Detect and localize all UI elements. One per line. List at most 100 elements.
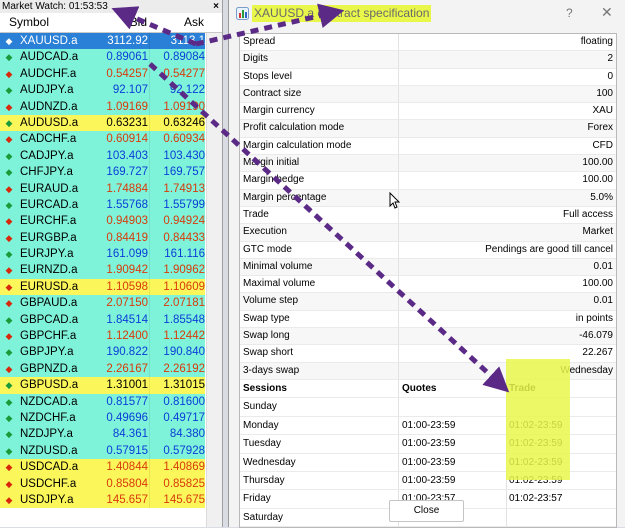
market-watch-row[interactable]: ◆ EURCAD.a 1.55768 1.55799 [0, 196, 205, 214]
spec-key: Trade [243, 208, 269, 220]
ask-price: 0.84433 [163, 231, 205, 244]
spec-value: Forex [587, 122, 613, 134]
spec-key: 3-days swap [243, 364, 300, 376]
contract-specification-dialog: XAUUSD.a contract specification ? ✕ Spre… [228, 0, 625, 528]
spec-key: Swap long [243, 330, 290, 342]
market-watch-row[interactable]: ◆ EURJPY.a 161.099 161.116 [0, 246, 205, 263]
arrow-up-icon: ◆ [5, 117, 13, 128]
market-watch-row[interactable]: ◆ GBPUSD.a 1.31001 1.31015 [0, 377, 205, 394]
market-watch-row[interactable]: ◆ NZDJPY.a 84.361 84.380 [0, 426, 205, 443]
ask-price: 1.10609 [163, 280, 205, 293]
market-watch-row[interactable]: ◆ EURNZD.a 1.90942 1.90962 [0, 262, 205, 279]
spec-value: -46.079 [579, 330, 613, 342]
market-watch-row[interactable]: ◆ AUDCAD.a 0.89061 0.89084 [0, 49, 205, 66]
bid-price: 1.40844 [106, 461, 148, 474]
bid-price: 0.85804 [106, 477, 148, 490]
market-watch-row[interactable]: ◆ USDJPY.a 145.657 145.675 [0, 491, 205, 509]
ask-price: 1.40869 [163, 461, 205, 474]
arrow-up-icon: ◆ [5, 314, 13, 325]
market-watch-row[interactable]: ◆ USDCAD.a 1.40844 1.40869 [0, 459, 205, 476]
market-watch-row[interactable]: ◆ AUDCHF.a 0.54257 0.54277 [0, 65, 205, 83]
market-watch-row[interactable]: ◆ CADJPY.a 103.403 103.430 [0, 147, 205, 165]
column-header-ask[interactable]: Ask [184, 13, 204, 32]
column-header-bid[interactable]: Bid [130, 13, 147, 32]
arrow-up-icon: ◆ [5, 347, 13, 358]
column-divider [398, 51, 399, 68]
market-watch-row[interactable]: ◆ NZDCHF.a 0.49696 0.49717 [0, 409, 205, 427]
market-watch-row[interactable]: ◆ CADCHF.a 0.60914 0.60934 [0, 131, 205, 148]
ask-price: 161.116 [164, 248, 205, 261]
spec-value: 100.00 [582, 278, 613, 290]
column-divider [398, 34, 399, 51]
market-watch-row[interactable]: ◆ GBPJPY.a 190.822 190.840 [0, 344, 205, 361]
market-watch-row[interactable]: ◆ GBPAUD.a 2.07150 2.07181 [0, 295, 205, 312]
spec-row: Margin percentage 5.0% [240, 189, 616, 207]
bid-price: 2.07150 [106, 297, 148, 310]
spec-value: 100.00 [582, 174, 613, 186]
spec-row: Trade Full access [240, 206, 616, 225]
bid-price: 0.57915 [106, 444, 148, 457]
arrow-up-icon: ◆ [5, 429, 13, 440]
arrow-down-icon: ◆ [5, 462, 13, 473]
symbol-name: AUDCHF.a [20, 67, 77, 80]
market-watch-row[interactable]: ◆ EURUSD.a 1.10598 1.10609 [0, 278, 205, 296]
arrow-down-icon: ◆ [5, 216, 13, 227]
column-divider [398, 435, 399, 453]
market-watch-row[interactable]: ◆ AUDUSD.a 0.63231 0.63246 [0, 114, 205, 132]
symbol-name: EURUSD.a [20, 280, 79, 293]
market-watch-row[interactable]: ◆ GBPCHF.a 1.12400 1.12442 [0, 328, 205, 345]
market-watch-row[interactable]: ◆ AUDNZD.a 1.09169 1.09190 [0, 98, 205, 115]
symbol-name: EURAUD.a [20, 182, 79, 195]
symbol-name: GBPCAD.a [20, 313, 79, 326]
market-watch-row[interactable]: ◆ USDCHF.a 0.85804 0.85825 [0, 475, 205, 492]
spec-row: Margin currency XAU [240, 103, 616, 121]
bid-price: 0.81577 [106, 395, 148, 408]
help-icon[interactable]: ? [566, 6, 573, 20]
column-header-symbol[interactable]: Symbol [9, 13, 49, 32]
close-button[interactable]: Close [389, 500, 464, 522]
arrow-down-icon: ◆ [5, 363, 13, 374]
spec-key: Execution [243, 226, 287, 238]
symbol-name: EURCHF.a [20, 215, 77, 228]
bid-price: 169.727 [106, 166, 148, 179]
spec-key: Margin percentage [243, 191, 327, 203]
spec-row: Execution Market [240, 224, 616, 242]
symbol-name: CADJPY.a [20, 149, 74, 162]
bid-price: 92.107 [112, 84, 148, 97]
market-watch-row[interactable]: ◆ CHFJPY.a 169.727 169.757 [0, 164, 205, 181]
market-watch-row[interactable]: ◆ GBPNZD.a 2.26167 2.26192 [0, 360, 205, 378]
column-divider [398, 241, 399, 258]
bid-price: 84.361 [112, 428, 148, 441]
symbol-name: EURGBP.a [20, 231, 77, 244]
symbol-name: EURJPY.a [20, 248, 74, 261]
market-watch-close-icon[interactable]: × [213, 0, 219, 13]
market-watch-row[interactable]: ◆ EURCHF.a 0.94903 0.94924 [0, 213, 205, 230]
ask-price: 1.31015 [163, 379, 205, 392]
market-watch-titlebar: Market Watch: 01:53:53 × [0, 0, 222, 14]
market-watch-row[interactable]: ◆ GBPCAD.a 1.84514 1.85548 [0, 311, 205, 329]
bid-price: 0.60914 [106, 133, 148, 146]
market-watch-row[interactable]: ◆ XAUUSD.a 3112.92 3113.1 [0, 33, 205, 50]
bid-price: 1.12400 [106, 330, 148, 343]
spec-row: Contract size 100 [240, 85, 616, 104]
market-watch-row[interactable]: ◆ AUDJPY.a 92.107 92.122 [0, 82, 205, 99]
market-watch-row[interactable]: ◆ NZDUSD.a 0.57915 0.57928 [0, 442, 205, 460]
spec-value: 0.01 [593, 260, 613, 272]
market-watch-row[interactable]: ◆ EURAUD.a 1.74884 1.74913 [0, 180, 205, 197]
spec-key: Margin hedge [243, 174, 305, 186]
spec-value: 2 [607, 53, 613, 65]
symbol-name: AUDUSD.a [20, 116, 79, 129]
spec-value: 0 [607, 70, 613, 82]
market-watch-row[interactable]: ◆ NZDCAD.a 0.81577 0.81600 [0, 393, 205, 410]
arrow-down-icon: ◆ [5, 298, 13, 309]
close-icon[interactable]: ✕ [601, 4, 613, 21]
spec-row: GTC mode Pendings are good till cancel [240, 241, 616, 259]
column-divider [398, 362, 399, 379]
ask-price: 92.122 [169, 84, 205, 97]
market-watch-scrollbar[interactable] [206, 33, 222, 527]
spec-value: CFD [592, 139, 613, 151]
dialog-title: XAUUSD.a contract specification [252, 5, 432, 22]
column-divider [398, 310, 399, 328]
ask-price: 145.675 [163, 493, 205, 506]
market-watch-row[interactable]: ◆ EURGBP.a 0.84419 0.84433 [0, 229, 205, 247]
